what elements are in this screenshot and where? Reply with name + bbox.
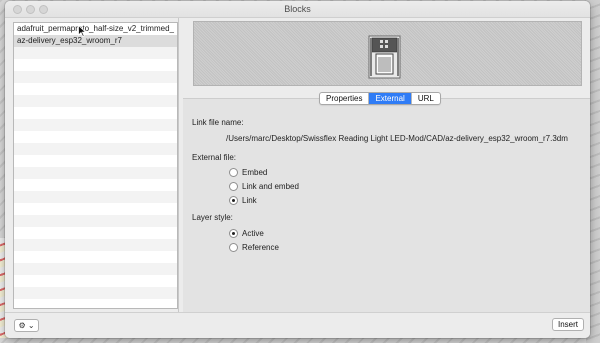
radio-link[interactable]: Link bbox=[229, 196, 257, 205]
empty-list-row bbox=[14, 203, 177, 215]
empty-list-row bbox=[14, 71, 177, 83]
empty-list-row bbox=[14, 47, 177, 59]
empty-list-row bbox=[14, 95, 177, 107]
empty-list-row bbox=[14, 215, 177, 227]
gear-menu-button[interactable]: ⚙ ⌄ bbox=[14, 319, 39, 332]
radio-button[interactable] bbox=[229, 168, 238, 177]
link-file-path: /Users/marc/Desktop/Swissflex Reading Li… bbox=[226, 134, 568, 143]
radio-button[interactable] bbox=[229, 243, 238, 252]
cursor-icon bbox=[78, 25, 86, 37]
title-bar[interactable]: Blocks bbox=[5, 1, 590, 18]
esp32-board-thumbnail bbox=[368, 35, 401, 79]
empty-list-row bbox=[14, 179, 177, 191]
empty-list-row bbox=[14, 227, 177, 239]
radio-label: Active bbox=[242, 229, 264, 238]
radio-button-selected[interactable] bbox=[229, 196, 238, 205]
radio-label: Reference bbox=[242, 243, 279, 252]
radio-label: Link and embed bbox=[242, 182, 299, 191]
blocks-window: Blocks adafruit_permaproto_half-size_v2_… bbox=[5, 1, 590, 338]
radio-label: Link bbox=[242, 196, 257, 205]
empty-list-row bbox=[14, 287, 177, 299]
radio-button-selected[interactable] bbox=[229, 229, 238, 238]
radio-embed[interactable]: Embed bbox=[229, 168, 267, 177]
empty-list-row bbox=[14, 191, 177, 203]
external-file-label: External file: bbox=[192, 153, 237, 162]
empty-list-row bbox=[14, 131, 177, 143]
radio-active[interactable]: Active bbox=[229, 229, 264, 238]
tab-properties[interactable]: Properties bbox=[320, 93, 370, 104]
empty-list-row bbox=[14, 143, 177, 155]
tab-external[interactable]: External bbox=[369, 93, 412, 104]
panel-tabs: Properties External URL bbox=[319, 92, 441, 105]
split-view-divider[interactable] bbox=[178, 18, 179, 313]
layer-style-label: Layer style: bbox=[192, 213, 233, 222]
empty-list-row bbox=[14, 299, 177, 308]
radio-label: Embed bbox=[242, 168, 268, 177]
empty-list-row bbox=[14, 119, 177, 131]
radio-reference[interactable]: Reference bbox=[229, 243, 279, 252]
empty-list-row bbox=[14, 275, 177, 287]
radio-button[interactable] bbox=[229, 182, 238, 191]
empty-list-row bbox=[14, 167, 177, 179]
insert-button[interactable]: Insert bbox=[552, 318, 584, 331]
radio-link-and-embed[interactable]: Link and embed bbox=[229, 182, 299, 191]
window-title: Blocks bbox=[284, 4, 311, 14]
block-preview bbox=[193, 21, 582, 86]
empty-list-row bbox=[14, 155, 177, 167]
empty-list-row bbox=[14, 83, 177, 95]
empty-list-row bbox=[14, 251, 177, 263]
list-item-selected[interactable]: az-delivery_esp32_wroom_r7 bbox=[14, 35, 177, 47]
empty-list-row bbox=[14, 239, 177, 251]
empty-list-row bbox=[14, 263, 177, 275]
bottom-bar: ⚙ ⌄ Insert bbox=[5, 312, 590, 338]
empty-list-row bbox=[14, 107, 177, 119]
list-item[interactable]: adafruit_permaproto_half-size_v2_trimmed… bbox=[14, 23, 177, 35]
blocks-list[interactable]: adafruit_permaproto_half-size_v2_trimmed… bbox=[13, 22, 178, 309]
tab-url[interactable]: URL bbox=[412, 93, 440, 104]
external-panel: Link file name: /Users/marc/Desktop/Swis… bbox=[183, 98, 590, 312]
empty-list-row bbox=[14, 59, 177, 71]
link-file-name-label: Link file name: bbox=[192, 118, 244, 127]
